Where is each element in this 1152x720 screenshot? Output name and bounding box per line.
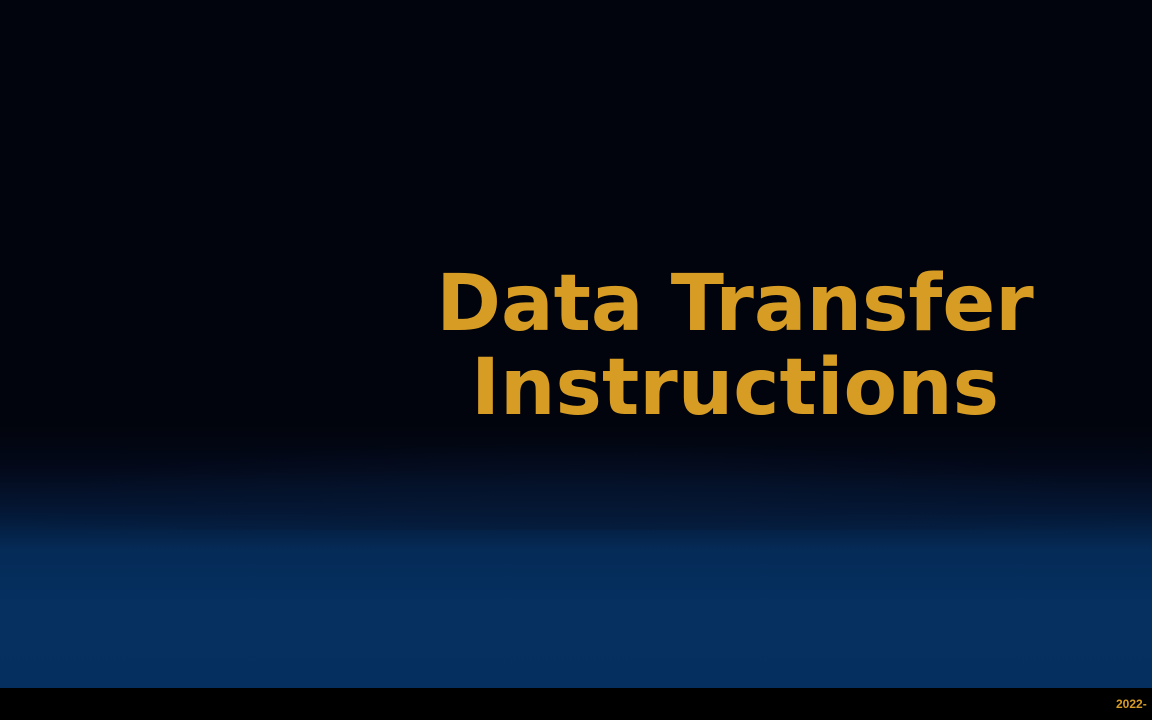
slide-title: Data Transfer Instructions xyxy=(420,262,1050,430)
title-line-1: Data Transfer xyxy=(436,259,1034,349)
footer-bar xyxy=(0,688,1152,720)
horizon-glow xyxy=(0,440,1152,530)
title-line-2: Instructions xyxy=(470,343,1000,433)
footer-date: 2022- xyxy=(1116,697,1147,711)
slide: Data Transfer Instructions xyxy=(0,0,1152,688)
